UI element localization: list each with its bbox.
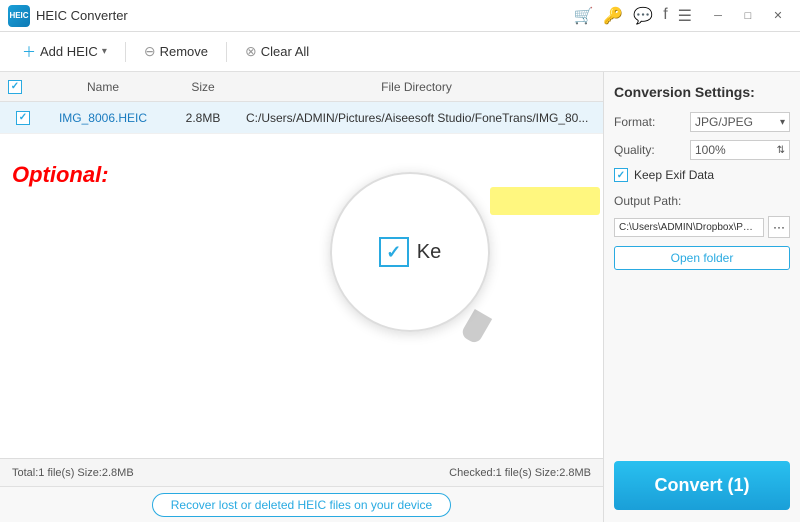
clear-all-button[interactable]: ⊗ Clear All bbox=[235, 39, 319, 64]
remove-icon: ⊖ bbox=[144, 43, 156, 60]
magnifier-circle: Ke bbox=[330, 172, 490, 332]
file-path: C:/Users/ADMIN/Pictures/Aiseesoft Studio… bbox=[238, 111, 595, 125]
key-icon[interactable]: 🔑 bbox=[603, 6, 623, 26]
keep-exif-row[interactable]: Keep Exif Data bbox=[614, 168, 790, 182]
col-name-header: Name bbox=[38, 80, 168, 94]
optional-label: Optional: bbox=[12, 162, 109, 188]
clear-icon: ⊗ bbox=[245, 43, 257, 60]
menu-icon[interactable]: ☰ bbox=[678, 6, 692, 26]
convert-button[interactable]: Convert (1) bbox=[614, 461, 790, 510]
keep-exif-label: Keep Exif Data bbox=[634, 168, 714, 182]
format-arrow-icon: ▾ bbox=[780, 117, 785, 128]
table-header: Name Size File Directory bbox=[0, 72, 603, 102]
magnifier-checkbox bbox=[379, 237, 409, 267]
maximize-button[interactable]: □ bbox=[734, 6, 762, 26]
browse-button[interactable]: ··· bbox=[768, 216, 790, 238]
col-dir-header: File Directory bbox=[238, 80, 595, 94]
toolbar-divider2 bbox=[226, 42, 227, 62]
dropdown-arrow-icon: ▾ bbox=[102, 46, 107, 57]
format-row: Format: JPG/JPEG ▾ bbox=[614, 112, 790, 132]
add-label: Add HEIC bbox=[40, 44, 98, 59]
table-row[interactable]: IMG_8006.HEIC 2.8MB C:/Users/ADMIN/Pictu… bbox=[0, 102, 603, 134]
remove-button[interactable]: ⊖ Remove bbox=[134, 39, 218, 64]
quality-arrow-icon: ⇅ bbox=[777, 145, 785, 156]
minimize-button[interactable]: ─ bbox=[704, 6, 732, 26]
quality-value: 100% bbox=[695, 143, 726, 157]
yellow-highlight bbox=[490, 187, 600, 215]
cart-icon[interactable]: 🛒 bbox=[573, 6, 593, 26]
quality-select[interactable]: 100% ⇅ bbox=[690, 140, 790, 160]
app-logo: HEIC bbox=[8, 5, 30, 27]
row-checkbox[interactable] bbox=[16, 111, 30, 125]
toolbar: ＋ Add HEIC ▾ ⊖ Remove ⊗ Clear All bbox=[0, 32, 800, 72]
format-value: JPG/JPEG bbox=[695, 115, 753, 129]
file-name: IMG_8006.HEIC bbox=[38, 111, 168, 125]
row-checkbox-cell bbox=[8, 111, 38, 125]
clear-label: Clear All bbox=[261, 44, 309, 59]
right-panel: Conversion Settings: Format: JPG/JPEG ▾ … bbox=[604, 72, 800, 522]
open-folder-button[interactable]: Open folder bbox=[614, 246, 790, 270]
add-heic-button[interactable]: ＋ Add HEIC ▾ bbox=[12, 38, 117, 66]
app-title: HEIC Converter bbox=[36, 8, 573, 23]
bottom-bar: Recover lost or deleted HEIC files on yo… bbox=[0, 486, 603, 522]
window-controls: ─ □ ✕ bbox=[704, 6, 792, 26]
add-icon: ＋ bbox=[22, 42, 36, 62]
status-left: Total:1 file(s) Size:2.8MB bbox=[12, 467, 449, 479]
quality-label: Quality: bbox=[614, 143, 655, 157]
chat-icon[interactable]: 💬 bbox=[633, 6, 653, 26]
logo-text: HEIC bbox=[9, 11, 28, 20]
facebook-icon[interactable]: f bbox=[663, 6, 667, 26]
keep-exif-checkbox[interactable] bbox=[614, 168, 628, 182]
output-path-label: Output Path: bbox=[614, 194, 790, 208]
titlebar: HEIC HEIC Converter 🛒 🔑 💬 f ☰ ─ □ ✕ bbox=[0, 0, 800, 32]
header-check-col bbox=[8, 80, 38, 94]
status-right: Checked:1 file(s) Size:2.8MB bbox=[449, 467, 591, 479]
file-size: 2.8MB bbox=[168, 111, 238, 125]
main-content: Name Size File Directory IMG_8006.HEIC 2… bbox=[0, 72, 800, 522]
output-path-row: C:\Users\ADMIN\Dropbox\PC\... ··· bbox=[614, 216, 790, 238]
output-path-value: C:\Users\ADMIN\Dropbox\PC\... bbox=[614, 218, 764, 237]
titlebar-nav: 🛒 🔑 💬 f ☰ bbox=[573, 6, 692, 26]
toolbar-divider bbox=[125, 42, 126, 62]
col-size-header: Size bbox=[168, 80, 238, 94]
file-area: Name Size File Directory IMG_8006.HEIC 2… bbox=[0, 72, 604, 522]
status-bar: Total:1 file(s) Size:2.8MB Checked:1 fil… bbox=[0, 458, 603, 486]
recover-button[interactable]: Recover lost or deleted HEIC files on yo… bbox=[152, 493, 451, 517]
select-all-checkbox[interactable] bbox=[8, 80, 22, 94]
format-select[interactable]: JPG/JPEG ▾ bbox=[690, 112, 790, 132]
panel-title: Conversion Settings: bbox=[614, 84, 790, 100]
close-button[interactable]: ✕ bbox=[764, 6, 792, 26]
quality-row: Quality: 100% ⇅ bbox=[614, 140, 790, 160]
format-label: Format: bbox=[614, 115, 655, 129]
magnifier-text: Ke bbox=[417, 241, 441, 264]
magnifier-content: Ke bbox=[379, 237, 441, 267]
remove-label: Remove bbox=[160, 44, 208, 59]
